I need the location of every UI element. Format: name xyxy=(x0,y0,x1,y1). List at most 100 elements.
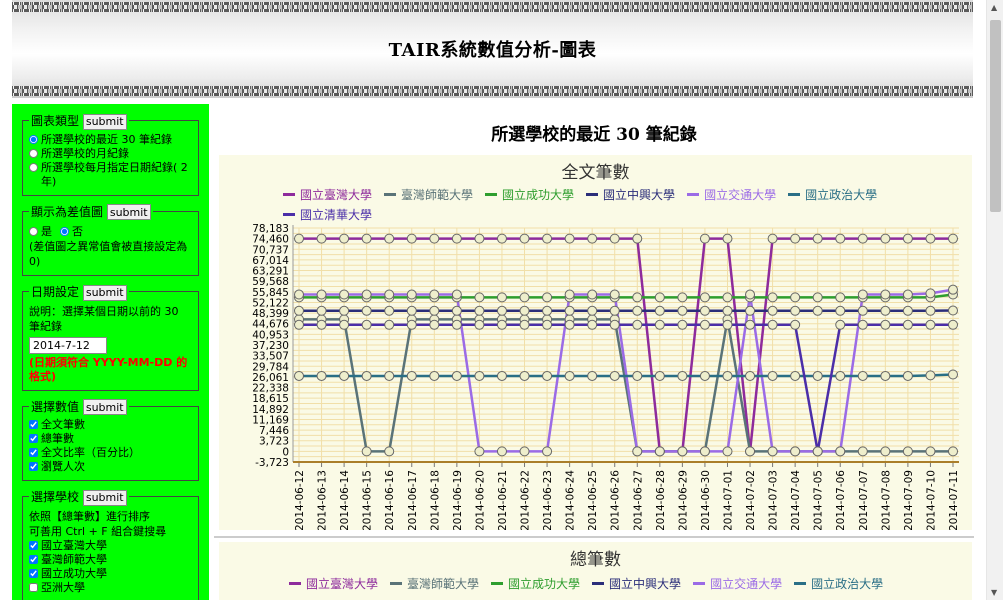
series-point xyxy=(339,289,350,300)
legend-label: 國立成功大學 xyxy=(508,577,581,591)
date-submit-button[interactable]: submit xyxy=(82,284,127,301)
series-point xyxy=(316,289,327,300)
page-scrollbar[interactable]: ▲ ▼ xyxy=(986,0,1003,600)
series-point xyxy=(451,319,462,330)
series-point xyxy=(745,289,756,300)
series-point xyxy=(925,233,936,244)
scroll-up-icon[interactable]: ▲ xyxy=(991,3,997,12)
legend-item[interactable]: 國立政治大學 xyxy=(794,575,883,592)
legend-swatch xyxy=(491,582,504,585)
series-point xyxy=(542,305,553,316)
chart-type-radio-monthly[interactable] xyxy=(29,148,38,158)
value-checkbox-visitors[interactable]: 瀏覽人次 xyxy=(29,460,192,474)
diff-submit-button[interactable]: submit xyxy=(106,204,151,220)
value-checkbox-ratio[interactable]: 全文比率（百分比） xyxy=(29,446,192,460)
school-check-ntnu[interactable] xyxy=(29,554,38,564)
series-point xyxy=(812,233,823,244)
series-point xyxy=(835,319,846,330)
series-point xyxy=(722,446,733,457)
legend-item[interactable]: 臺灣師範大學 xyxy=(390,575,479,592)
series-point xyxy=(496,305,507,316)
series-point xyxy=(361,289,372,300)
school-checkbox-ntu[interactable]: 國立臺灣大學 xyxy=(29,539,192,553)
value-check-total[interactable] xyxy=(29,434,38,443)
series-point xyxy=(857,233,868,244)
series-point xyxy=(339,319,350,330)
series-point xyxy=(361,370,372,381)
x-tick-label: 2014-07-03 xyxy=(768,470,780,530)
scroll-down-icon[interactable]: ▼ xyxy=(991,588,997,597)
chart-type-option-date[interactable]: 所選學校每月指定日期紀錄( 2 年) xyxy=(29,161,192,189)
x-tick-label: 2014-06-21 xyxy=(497,470,509,530)
values-group: 選擇數值 submit 全文筆數 總筆數 全文比率（百分比） 瀏覽人次 xyxy=(22,397,199,481)
diff-group: 顯示為差值圖 submit 是 否 (差值圖之異常值會被直接設定為 0) xyxy=(22,202,199,276)
series-point xyxy=(722,319,733,330)
series-point xyxy=(294,233,304,244)
value-check-ratio[interactable] xyxy=(29,448,38,457)
series-point xyxy=(902,289,913,300)
value-check-fulltext[interactable] xyxy=(29,420,38,429)
series-point xyxy=(767,370,778,381)
schools-search-note: 可善用 Ctrl + F 組合鍵搜尋 xyxy=(29,524,167,538)
diff-option-yes[interactable]: 是 xyxy=(29,225,52,239)
legend-item[interactable]: 國立中興大學 xyxy=(592,575,681,592)
chart-title-2: 總筆數 xyxy=(570,550,621,570)
scroll-thumb[interactable] xyxy=(990,20,1001,212)
school-checkbox-asia[interactable]: 亞洲大學 xyxy=(29,581,192,595)
values-submit-button[interactable]: submit xyxy=(82,399,127,415)
school-checkbox-ncku[interactable]: 國立成功大學 xyxy=(29,567,192,581)
series-point xyxy=(790,446,801,457)
x-tick-label: 2014-06-29 xyxy=(677,470,689,530)
school-check-ntu[interactable] xyxy=(29,540,38,550)
chart-type-radio-recent[interactable] xyxy=(29,134,38,144)
series-point xyxy=(835,292,846,303)
date-input[interactable] xyxy=(29,336,107,354)
date-legend: 日期設定 xyxy=(31,285,80,299)
series-point xyxy=(361,446,372,457)
series-point xyxy=(564,319,575,330)
legend-item[interactable]: 國立交通大學 xyxy=(693,575,782,592)
series-point xyxy=(519,292,530,303)
x-tick-label: 2014-06-28 xyxy=(655,470,667,530)
series-point xyxy=(767,305,778,316)
value-checkbox-total[interactable]: 總筆數 xyxy=(29,432,192,446)
series-point xyxy=(745,305,756,316)
series-point xyxy=(880,305,891,316)
diff-radio-yes[interactable] xyxy=(29,227,38,236)
fulltext-chart: 全文筆數 國立臺灣大學 臺灣師範大學 國立成功大學 國立中興大學 國立交通大學 國立政治大… xyxy=(219,155,972,530)
legend-item[interactable]: 國立臺灣大學 xyxy=(289,575,378,592)
series-point xyxy=(316,370,327,381)
value-check-visitors[interactable] xyxy=(29,462,38,471)
value-checkbox-fulltext[interactable]: 全文筆數 xyxy=(29,418,192,432)
series-point xyxy=(474,370,485,381)
x-tick-label: 2014-06-22 xyxy=(520,470,532,530)
series-point xyxy=(790,305,801,316)
chart-type-option-recent[interactable]: 所選學校的最近 30 筆紀錄 xyxy=(29,133,192,147)
series-point xyxy=(429,370,440,381)
legend-swatch xyxy=(390,582,403,585)
chart-type-option-monthly[interactable]: 所選學校的月紀錄 xyxy=(29,147,192,161)
schools-submit-button[interactable]: submit xyxy=(82,489,127,506)
series-point xyxy=(677,319,688,330)
diff-radio-no[interactable] xyxy=(60,227,69,236)
school-check-ncku[interactable] xyxy=(29,568,38,578)
x-tick-label: 2014-07-07 xyxy=(858,470,870,530)
series-point xyxy=(384,319,395,330)
school-check-asia[interactable] xyxy=(29,582,38,592)
series-point xyxy=(406,289,417,300)
series-point xyxy=(699,446,710,457)
series-point xyxy=(429,233,440,244)
school-checkbox-ntnu[interactable]: 臺灣師範大學 xyxy=(29,553,192,567)
legend-item[interactable]: 國立成功大學 xyxy=(491,575,580,592)
x-tick-label: 2014-06-30 xyxy=(700,470,712,530)
series-point xyxy=(790,292,801,303)
series-point xyxy=(925,305,936,316)
diff-option-no[interactable]: 否 xyxy=(60,225,83,239)
series-point xyxy=(564,233,575,244)
series-point xyxy=(722,305,733,316)
series-point xyxy=(745,370,756,381)
series-point xyxy=(835,446,846,457)
chart-type-radio-date[interactable] xyxy=(29,162,38,172)
series-point xyxy=(767,233,778,244)
chart-type-submit-button[interactable]: submit xyxy=(82,113,127,130)
